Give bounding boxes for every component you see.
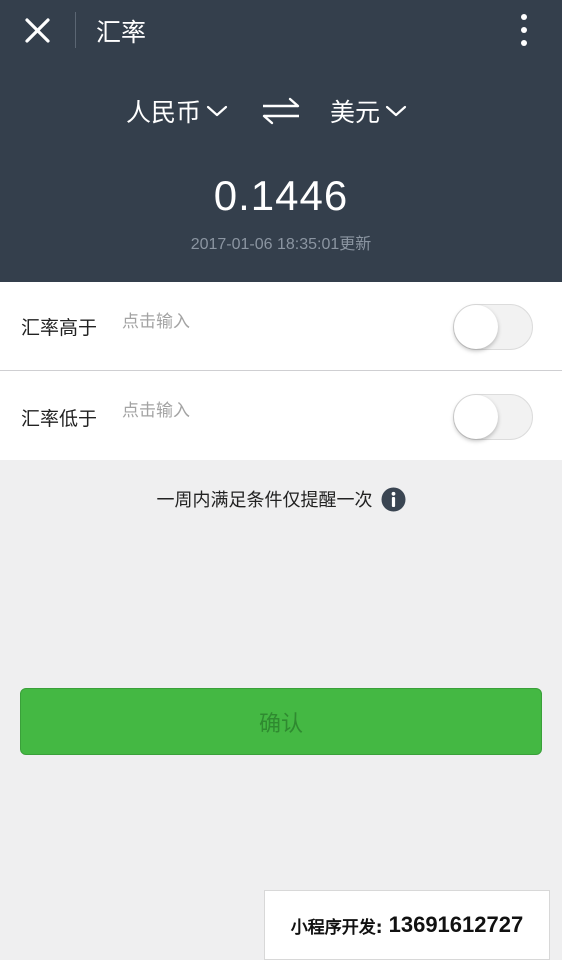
to-currency-select[interactable]: 美元 [330, 88, 408, 134]
last-updated-text: 2017-01-06 18:35:01更新 [190, 236, 372, 253]
alert-row-high: 汇率高于 [0, 282, 562, 371]
app-root: 汇率 人民币 美元 0.1446 2017-01-06 18:35:01更新 汇… [0, 0, 562, 960]
toggle-knob [454, 395, 498, 439]
toggle-knob [454, 305, 498, 349]
swap-currency-button[interactable] [260, 96, 302, 126]
rate-header: 汇率 人民币 美元 0.1446 2017-01-06 18:35:01更新 [0, 0, 562, 282]
page-title: 汇率 [96, 18, 147, 47]
navbar: 汇率 [0, 0, 562, 60]
from-currency-label: 人民币 [126, 98, 202, 127]
promo-phone: 13691612727 [388, 912, 524, 937]
info-icon[interactable] [381, 487, 406, 512]
reminder-notice: 一周内满足条件仅提醒一次 [0, 484, 562, 514]
swap-arrows-icon [262, 97, 300, 125]
close-button[interactable] [18, 10, 58, 50]
promo-banner: 小程序开发: 13691612727 [264, 890, 550, 960]
more-options-button[interactable] [508, 10, 540, 50]
more-vertical-icon-dot [521, 27, 527, 33]
currency-selector-row: 人民币 美元 [0, 88, 562, 134]
alert-high-input[interactable] [122, 312, 422, 332]
to-currency-label: 美元 [330, 98, 381, 127]
reminder-notice-text: 一周内满足条件仅提醒一次 [156, 490, 373, 511]
alert-low-input[interactable] [122, 401, 422, 421]
exchange-rate-value: 0.1446 [213, 172, 349, 219]
alert-low-toggle[interactable] [453, 394, 533, 440]
confirm-button-label: 确认 [258, 711, 303, 737]
more-vertical-icon [521, 14, 527, 20]
confirm-button[interactable]: 确认 [20, 688, 542, 755]
chevron-down-icon [385, 105, 407, 117]
from-currency-select[interactable]: 人民币 [126, 88, 229, 134]
alert-high-toggle[interactable] [453, 304, 533, 350]
alert-low-label: 汇率低于 [21, 408, 98, 430]
promo-label: 小程序开发: [290, 917, 383, 938]
more-vertical-icon-dot [521, 40, 527, 46]
navbar-divider [75, 12, 76, 48]
alert-high-label: 汇率高于 [21, 317, 98, 339]
chevron-down-icon [206, 105, 228, 117]
alert-row-low: 汇率低于 [0, 371, 562, 460]
close-icon [25, 18, 50, 43]
